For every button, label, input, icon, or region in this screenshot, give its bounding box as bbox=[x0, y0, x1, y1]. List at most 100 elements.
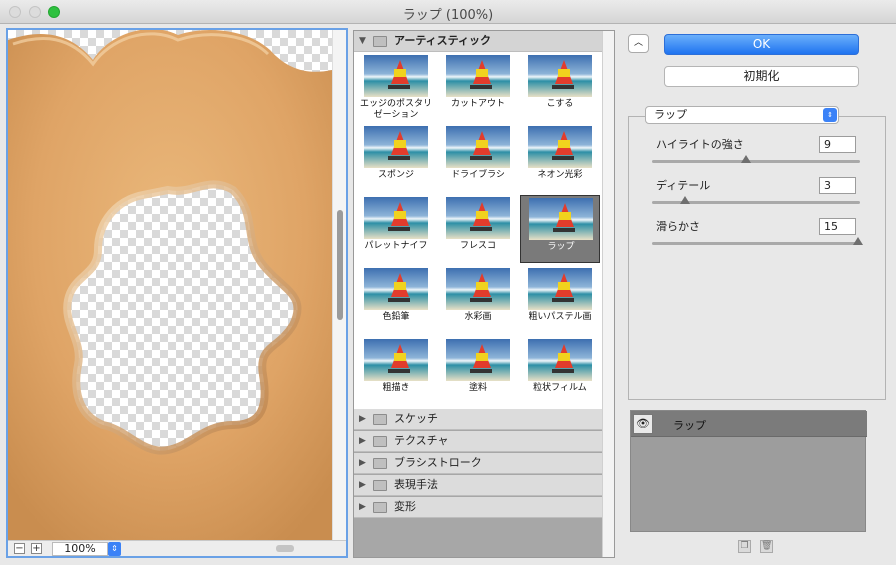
new-effect-layer-icon[interactable]: ❐ bbox=[738, 540, 751, 553]
hull-shape bbox=[388, 85, 410, 89]
slider-value-field[interactable]: 9 bbox=[819, 136, 856, 153]
disclosure-closed-icon[interactable]: ▶ bbox=[359, 453, 366, 473]
filter-thumbnail[interactable]: 粗描き bbox=[356, 337, 436, 405]
category-row[interactable]: ▶ 表現手法 bbox=[354, 475, 602, 496]
preview-vertical-scrollbar[interactable] bbox=[332, 30, 346, 540]
category-label: テクスチャ bbox=[394, 434, 449, 447]
filter-thumbnail[interactable]: ドライブラシ bbox=[438, 124, 518, 192]
filter-label: ドライブラシ bbox=[451, 170, 505, 180]
filter-thumbnail[interactable]: スポンジ bbox=[356, 124, 436, 192]
ok-button[interactable]: OK bbox=[664, 34, 859, 55]
slider-label: ハイライトの強さ bbox=[656, 138, 744, 151]
filter-preview-image bbox=[528, 339, 592, 381]
filter-thumbnail[interactable]: パレットナイフ bbox=[356, 195, 436, 263]
reset-button[interactable]: 初期化 bbox=[664, 66, 859, 87]
hull-shape bbox=[388, 227, 410, 231]
filter-preview-image bbox=[364, 339, 428, 381]
filter-thumbnail[interactable]: 色鉛筆 bbox=[356, 266, 436, 334]
slider-value-field[interactable]: 15 bbox=[819, 218, 856, 235]
filter-browser-scrollbar[interactable] bbox=[602, 31, 614, 557]
sail-stripe bbox=[476, 282, 488, 290]
slider-knob[interactable] bbox=[741, 155, 752, 163]
eye-icon[interactable]: 👁 bbox=[633, 414, 653, 434]
filter-thumbnail[interactable]: 水彩画 bbox=[438, 266, 518, 334]
zoom-level-field[interactable]: 100% bbox=[52, 542, 108, 556]
preview-scroll-thumb[interactable] bbox=[337, 210, 343, 320]
zoom-out-button[interactable]: − bbox=[14, 543, 25, 554]
hull-shape bbox=[470, 156, 492, 160]
slider-value-field[interactable]: 3 bbox=[819, 177, 856, 194]
effect-layer-row[interactable]: 👁 ラップ bbox=[631, 411, 867, 437]
filter-preview-image bbox=[446, 197, 510, 239]
window-title: ラップ (100%) bbox=[402, 8, 494, 23]
slider-track[interactable] bbox=[652, 242, 860, 245]
category-row[interactable]: ▶ スケッチ bbox=[354, 409, 602, 430]
category-row[interactable]: ▶ ブラシストローク bbox=[354, 453, 602, 474]
filter-settings-panel bbox=[628, 116, 886, 400]
filter-preview-image bbox=[446, 55, 510, 97]
folder-icon bbox=[373, 36, 387, 47]
filter-label: 粒状フィルム bbox=[533, 383, 587, 393]
zoom-in-button[interactable]: + bbox=[31, 543, 42, 554]
preview-horizontal-scroll-thumb[interactable] bbox=[276, 545, 294, 552]
category-label: ブラシストローク bbox=[394, 456, 482, 469]
collapse-browser-button[interactable]: ︿ bbox=[628, 34, 649, 53]
trash-icon[interactable]: 🗑 bbox=[760, 540, 773, 553]
hull-shape bbox=[552, 298, 574, 302]
slider-knob[interactable] bbox=[680, 196, 691, 204]
disclosure-open-icon[interactable]: ▼ bbox=[359, 31, 366, 51]
slider-label: 滑らかさ bbox=[656, 220, 700, 233]
filter-label: ラップ bbox=[547, 242, 575, 252]
category-row[interactable]: ▶ 変形 bbox=[354, 497, 602, 518]
category-label: スケッチ bbox=[394, 412, 438, 425]
filter-thumbnail[interactable]: エッジのポスタリゼーション bbox=[356, 53, 436, 121]
folder-icon bbox=[373, 414, 387, 425]
filter-select-dropdown[interactable]: ラップ ⇕ bbox=[645, 106, 839, 124]
filter-thumbnail[interactable]: 塗料 bbox=[438, 337, 518, 405]
filter-preview-image bbox=[364, 268, 428, 310]
filter-label: エッジのポスタリゼーション bbox=[359, 99, 432, 120]
filter-select-value: ラップ bbox=[654, 108, 687, 121]
disclosure-closed-icon[interactable]: ▶ bbox=[359, 475, 366, 495]
filter-preview-image bbox=[446, 339, 510, 381]
preview-image bbox=[8, 30, 332, 540]
filter-thumbnail[interactable]: 粒状フィルム bbox=[520, 337, 600, 405]
filter-thumbnail[interactable]: ネオン光彩 bbox=[520, 124, 600, 192]
filter-label: 塗料 bbox=[468, 383, 487, 393]
category-row[interactable]: ▶ テクスチャ bbox=[354, 431, 602, 452]
hull-shape bbox=[470, 85, 492, 89]
filter-label: カットアウト bbox=[450, 99, 505, 109]
disclosure-closed-icon[interactable]: ▶ bbox=[359, 431, 366, 451]
sail-stripe bbox=[394, 140, 406, 148]
sail-stripe bbox=[558, 140, 570, 148]
disclosure-closed-icon[interactable]: ▶ bbox=[359, 497, 366, 517]
hull-shape bbox=[552, 156, 574, 160]
filter-preview-image bbox=[528, 268, 592, 310]
category-artistic[interactable]: ▼ アーティスティック bbox=[354, 31, 602, 52]
folder-icon bbox=[373, 480, 387, 491]
filter-thumbnail[interactable]: 粗いパステル画 bbox=[520, 266, 600, 334]
category-label: アーティスティック bbox=[394, 34, 492, 47]
hull-shape bbox=[470, 369, 492, 373]
title-bar: ラップ (100%) bbox=[0, 0, 896, 24]
filter-thumbnail[interactable]: フレスコ bbox=[438, 195, 518, 263]
zoom-dropdown-button[interactable]: ⇕ bbox=[108, 542, 121, 556]
effect-layer-name: ラップ bbox=[673, 419, 706, 432]
folder-icon bbox=[373, 458, 387, 469]
category-label: 表現手法 bbox=[394, 478, 438, 491]
slider-track[interactable] bbox=[652, 160, 860, 163]
sail-stripe bbox=[394, 282, 406, 290]
filter-label: 色鉛筆 bbox=[382, 312, 410, 322]
hull-shape bbox=[388, 156, 410, 160]
preview-pane[interactable]: − + 100% ⇕ bbox=[6, 28, 348, 558]
filter-thumbnail[interactable]: ラップ bbox=[520, 195, 600, 263]
sail-stripe bbox=[476, 69, 488, 77]
sail-stripe bbox=[476, 140, 488, 148]
disclosure-closed-icon[interactable]: ▶ bbox=[359, 409, 366, 429]
slider-knob[interactable] bbox=[853, 237, 863, 245]
filter-label: ネオン光彩 bbox=[537, 170, 583, 180]
sail-stripe bbox=[394, 353, 406, 361]
filter-thumbnail[interactable]: こする bbox=[520, 53, 600, 121]
filter-thumbnail[interactable]: カットアウト bbox=[438, 53, 518, 121]
chevron-updown-icon: ⇕ bbox=[823, 108, 837, 122]
